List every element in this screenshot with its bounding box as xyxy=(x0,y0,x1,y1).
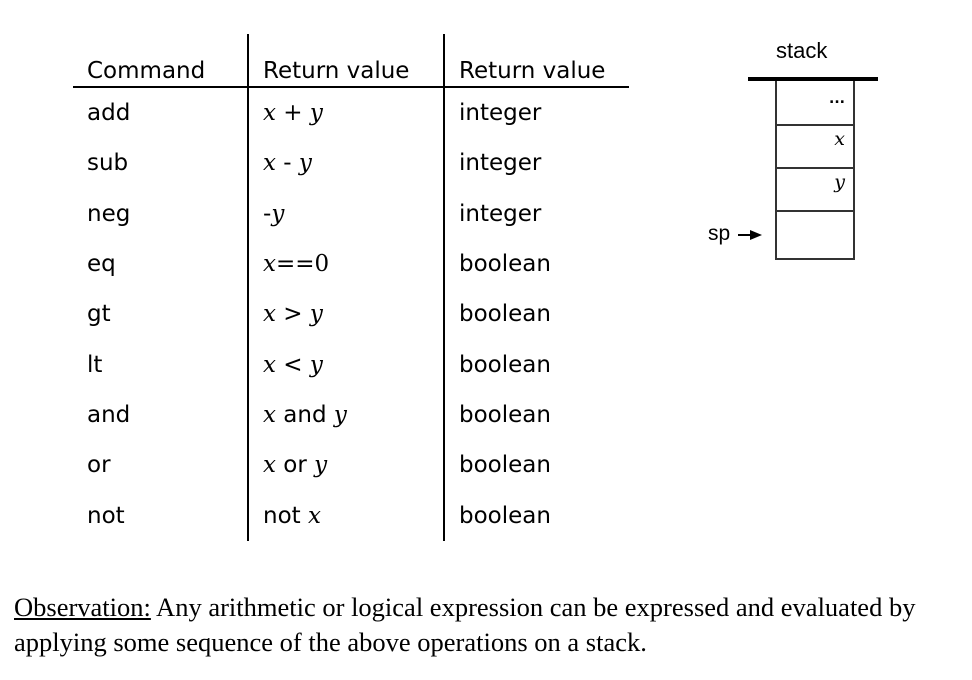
command-cell: lt xyxy=(87,351,103,378)
stack-cell-ellipsis: ... xyxy=(775,81,855,126)
expression-token: x xyxy=(263,401,276,428)
expression-token: y xyxy=(314,452,328,479)
expression-token: and xyxy=(275,401,334,428)
expression-token: - xyxy=(275,150,299,177)
command-cell: or xyxy=(87,452,111,479)
command-cell: add xyxy=(87,100,131,127)
table-row: add x + y integer xyxy=(73,87,629,139)
return-type-cell: boolean xyxy=(443,389,629,441)
return-value-cell: -y xyxy=(247,188,444,239)
return-type-cell: boolean xyxy=(443,238,629,290)
table-row: and x and y boolean xyxy=(73,389,629,441)
return-value-cell: x < y xyxy=(247,339,444,390)
header-return-value: Return value xyxy=(247,34,444,87)
command-cell: and xyxy=(87,401,131,428)
expression-token: x xyxy=(263,150,276,177)
expression-token: y xyxy=(309,351,323,378)
return-type-cell: boolean xyxy=(443,289,629,340)
expression-token: x xyxy=(263,100,276,127)
table-header-row: Command Return value Return value xyxy=(73,34,629,87)
expression-token: x xyxy=(307,502,321,529)
table-row: gt x > y boolean xyxy=(73,289,629,340)
return-value-cell: x - y xyxy=(247,138,444,189)
command-cell: gt xyxy=(87,301,111,328)
stack-cell-empty xyxy=(775,212,855,260)
stack-title: stack xyxy=(776,38,828,63)
commands-table: Command Return value Return value add x +… xyxy=(73,34,629,541)
command-cell: eq xyxy=(87,251,116,278)
return-value-cell: x and y xyxy=(247,389,444,441)
expression-token: not xyxy=(263,502,308,529)
expression-token: x xyxy=(263,251,276,278)
command-cell: neg xyxy=(87,200,131,227)
expression-token: x xyxy=(263,301,276,328)
observation-paragraph: Observation: Any arithmetic or logical e… xyxy=(14,590,964,660)
table-row: neg -y integer xyxy=(73,188,629,239)
expression-token: + xyxy=(275,100,310,127)
return-type-cell: integer xyxy=(443,188,629,239)
header-command: Command xyxy=(87,58,206,84)
expression-token: x xyxy=(263,452,276,479)
return-type-cell: boolean xyxy=(443,440,629,491)
expression-token: > xyxy=(275,301,310,328)
table-row: lt x < y boolean xyxy=(73,339,629,390)
command-cell: not xyxy=(87,502,125,529)
expression-token: < xyxy=(275,351,310,378)
expression-token: or xyxy=(275,452,315,479)
return-type-cell: integer xyxy=(443,87,629,139)
expression-token: y xyxy=(333,401,347,428)
command-cell: sub xyxy=(87,150,129,177)
expression-token: x xyxy=(263,351,276,378)
expression-token: y xyxy=(309,100,323,127)
expression-token: y xyxy=(298,150,312,177)
stack-pointer-label: sp xyxy=(708,222,731,245)
observation-label: Observation: xyxy=(14,592,151,622)
expression-token: y xyxy=(271,200,285,227)
return-value-cell: x or y xyxy=(247,440,444,491)
stack-cell-y: y xyxy=(775,169,855,212)
return-value-cell: not x xyxy=(247,490,444,541)
table-row: or x or y boolean xyxy=(73,440,629,491)
header-return-type: Return value xyxy=(443,34,629,87)
return-value-cell: x + y xyxy=(247,87,444,139)
return-value-cell: x==0 xyxy=(247,238,444,290)
return-type-cell: integer xyxy=(443,138,629,189)
expression-token: y xyxy=(309,301,323,328)
stack-pointer-arrow-icon xyxy=(738,230,762,240)
return-type-cell: boolean xyxy=(443,490,629,541)
table-row: not not x boolean xyxy=(73,490,629,541)
expression-token: ==0 xyxy=(275,251,330,278)
stack-cell-x: x xyxy=(775,126,855,169)
table-row: sub x - y integer xyxy=(73,138,629,189)
table-body: add x + y integer sub x - y integer neg -y integ… xyxy=(73,87,629,541)
table-row: eq x==0 boolean xyxy=(73,238,629,290)
return-value-cell: x > y xyxy=(247,289,444,340)
return-type-cell: boolean xyxy=(443,339,629,390)
